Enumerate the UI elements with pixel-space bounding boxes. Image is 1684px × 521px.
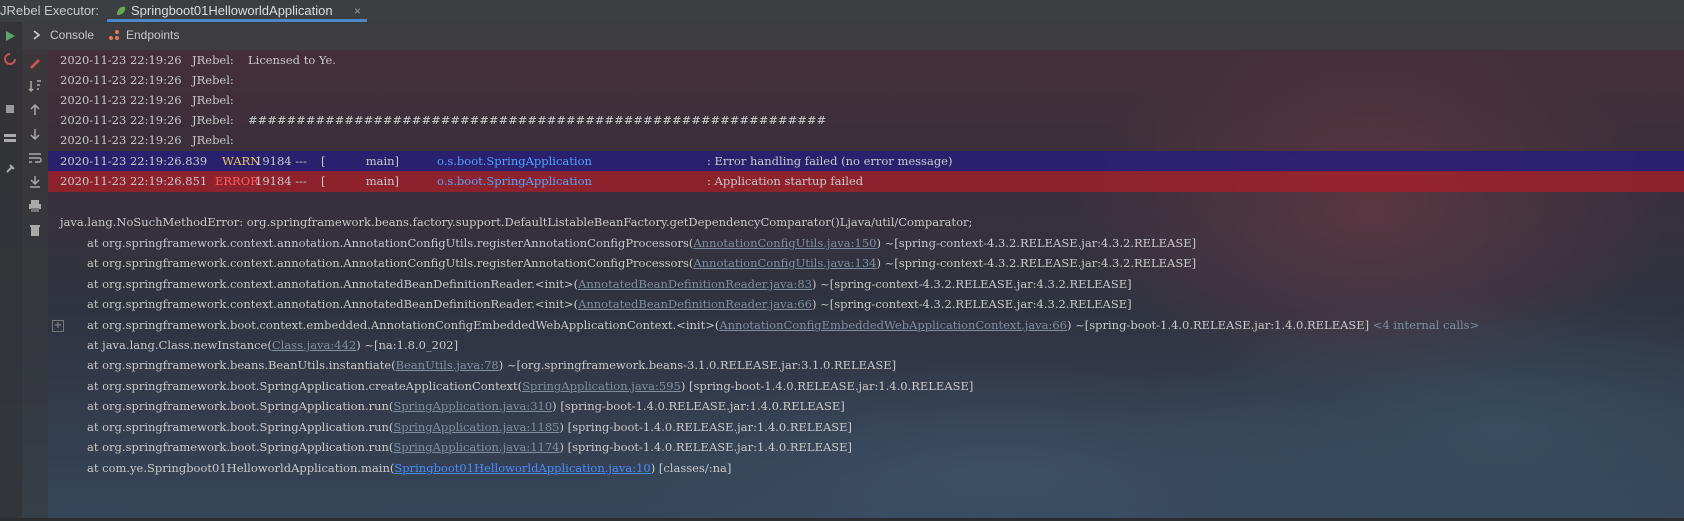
- run-label: JRebel Executor:: [0, 3, 99, 18]
- trash-icon[interactable]: [26, 221, 44, 239]
- close-tab-icon[interactable]: ×: [354, 0, 361, 22]
- console-icon: [33, 30, 41, 40]
- log-line: 2020-11-23 22:19:26 JRebel:: [60, 73, 234, 87]
- spring-leaf-icon: [117, 6, 126, 15]
- stack-frame: at com.ye.Springboot01HelloworldApplicat…: [87, 461, 732, 475]
- tab-title: Springboot01HelloworldApplication: [131, 3, 333, 18]
- run-tool-header: JRebel Executor: Springboot01HelloworldA…: [0, 0, 1684, 23]
- log-line: 2020-11-23 22:19:26 JRebel: ############…: [60, 113, 827, 127]
- stack-frame: at org.springframework.context.annotatio…: [87, 256, 1197, 270]
- exception-line: java.lang.NoSuchMethodError: org.springf…: [60, 215, 973, 229]
- up-arrow-icon[interactable]: [26, 101, 44, 119]
- source-link[interactable]: SpringApplication.java:310: [393, 399, 552, 413]
- tab-console[interactable]: Console: [32, 28, 94, 42]
- layout-icon[interactable]: [3, 132, 17, 146]
- clear-pen-icon[interactable]: [26, 53, 44, 71]
- log-line: 2020-11-23 22:19:26 JRebel:: [60, 93, 234, 107]
- stack-frame: at org.springframework.boot.SpringApplic…: [87, 379, 974, 393]
- run-icon[interactable]: [2, 28, 18, 44]
- source-link[interactable]: SpringApplication.java:1185: [393, 420, 559, 434]
- debug-icon[interactable]: [3, 102, 17, 116]
- endpoints-icon: [109, 30, 119, 40]
- source-link[interactable]: BeanUtils.java:78: [396, 358, 499, 372]
- tab-springboot-app[interactable]: Springboot01HelloworldApplication ×: [107, 0, 367, 22]
- source-link[interactable]: AnnotationConfigEmbeddedWebApplicationCo…: [719, 318, 1067, 332]
- source-link[interactable]: AnnotationConfigUtils.java:134: [693, 256, 876, 270]
- left-toolbar-strip: [0, 22, 22, 518]
- stack-frame: at org.springframework.context.annotatio…: [87, 236, 1197, 250]
- stack-frame: at org.springframework.context.annotatio…: [87, 297, 1132, 311]
- source-link[interactable]: AnnotatedBeanDefinitionReader.java:83: [578, 277, 812, 291]
- warn-log-line: 2020-11-23 22:19:26.839 WARN 19184 --- […: [48, 151, 1684, 172]
- source-link[interactable]: SpringApplication.java:1174: [393, 440, 559, 454]
- source-link[interactable]: Springboot01HelloworldApplication.java:1…: [394, 461, 650, 475]
- internal-calls-toggle[interactable]: <4 internal calls>: [1369, 318, 1479, 332]
- stack-frame: at org.springframework.context.annotatio…: [87, 277, 1132, 291]
- tab-endpoints-label: Endpoints: [126, 28, 180, 42]
- console-output[interactable]: 2020-11-23 22:19:26 JRebel: Licensed to …: [48, 50, 1684, 518]
- print-icon[interactable]: [26, 197, 44, 215]
- stack-frame: at org.springframework.beans.BeanUtils.i…: [87, 358, 897, 372]
- stack-frame: at org.springframework.boot.SpringApplic…: [87, 399, 845, 413]
- stack-frame: at java.lang.Class.newInstance(Class.jav…: [87, 338, 459, 352]
- source-link[interactable]: Class.java:442: [272, 338, 356, 352]
- console-toolbar: [22, 50, 48, 518]
- scroll-to-end-icon[interactable]: [26, 173, 44, 191]
- source-link[interactable]: AnnotatedBeanDefinitionReader.java:66: [578, 297, 812, 311]
- stack-frame: at org.springframework.boot.SpringApplic…: [87, 440, 853, 454]
- down-arrow-icon[interactable]: [26, 125, 44, 143]
- pin-icon[interactable]: [3, 162, 17, 176]
- expand-internal-calls-icon[interactable]: +: [52, 320, 64, 332]
- log-line: 2020-11-23 22:19:26 JRebel:: [60, 133, 234, 147]
- soft-wrap-icon[interactable]: [26, 149, 44, 167]
- tab-endpoints[interactable]: Endpoints: [108, 28, 179, 42]
- console-subtabs: Console Endpoints: [22, 22, 1684, 50]
- stack-frame: at org.springframework.boot.SpringApplic…: [87, 420, 853, 434]
- error-log-line: 2020-11-23 22:19:26.851 ERROR 19184 --- …: [48, 171, 1684, 192]
- source-link[interactable]: SpringApplication.java:595: [522, 379, 681, 393]
- source-link[interactable]: AnnotationConfigUtils.java:150: [693, 236, 876, 250]
- stack-frame: + at org.springframework.boot.context.em…: [52, 318, 1480, 332]
- rerun-icon[interactable]: [3, 52, 17, 66]
- log-line: 2020-11-23 22:19:26 JRebel: Licensed to …: [60, 53, 336, 67]
- tab-console-label: Console: [50, 28, 95, 42]
- sort-icon[interactable]: [26, 77, 44, 95]
